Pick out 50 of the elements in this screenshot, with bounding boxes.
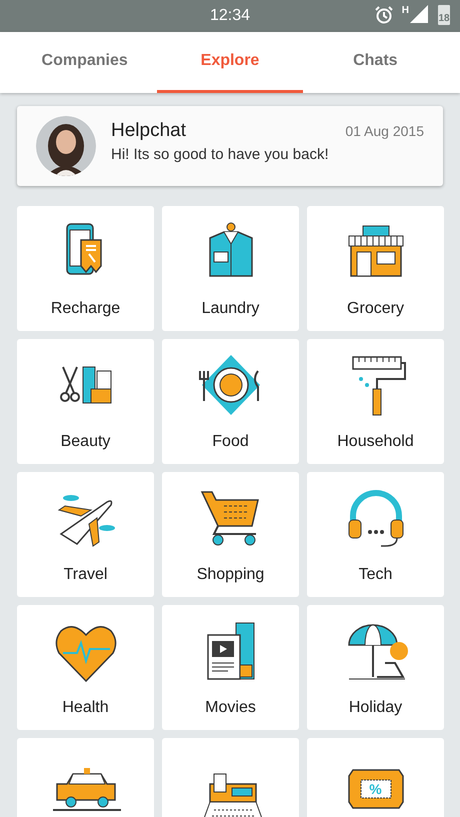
scissors-icon — [60, 366, 111, 404]
category-label: Food — [212, 433, 249, 451]
coupon-icon — [348, 769, 404, 809]
category-label: Shopping — [196, 566, 264, 584]
category-label: Household — [337, 433, 414, 451]
category-tile[interactable]: Grocery — [307, 206, 444, 331]
category-tile[interactable]: Recharge — [17, 206, 154, 331]
category-tile[interactable]: Movies — [162, 605, 299, 730]
shopping-cart-icon — [200, 491, 258, 546]
category-label: Holiday — [348, 699, 402, 717]
airplane-icon — [57, 495, 114, 547]
message-preview: Hi! Its so good to have you back! — [111, 146, 330, 162]
clock-time: 12:34 — [210, 7, 250, 25]
plate-icon — [198, 355, 260, 415]
phone-icon — [66, 223, 102, 275]
category-tile[interactable]: Holiday — [307, 605, 444, 730]
coupon-text: % — [368, 781, 383, 797]
category-tile[interactable]: Health — [17, 605, 154, 730]
umbrella-icon — [348, 624, 408, 680]
category-label: Movies — [205, 699, 256, 717]
category-label: Grocery — [347, 300, 404, 318]
category-tile[interactable]: Shopping — [162, 472, 299, 597]
category-tile[interactable]: Food — [162, 339, 299, 464]
tab[interactable]: Companies — [12, 32, 158, 93]
tab[interactable]: Chats — [302, 32, 448, 93]
category-tile[interactable]: Laundry — [162, 206, 299, 331]
network-type: H — [402, 5, 409, 16]
signal-icon — [410, 5, 428, 25]
sender-name: Helpchat — [111, 120, 186, 142]
film-icon — [206, 622, 254, 680]
headphones-icon — [348, 490, 403, 547]
category-label: Tech — [358, 566, 392, 584]
category-tile[interactable]: Travel — [17, 472, 154, 597]
message-card[interactable]: Helpchat 01 Aug 2015 Hi! Its so good to have you back! — [17, 106, 443, 186]
category-label: Health — [62, 699, 109, 717]
shirt-icon — [208, 222, 252, 277]
category-tile[interactable]: Tech — [307, 472, 444, 597]
battery-level: 18 — [438, 5, 450, 25]
category-label: Beauty — [60, 433, 110, 451]
category-label: Recharge — [50, 300, 120, 318]
message-date: 01 Aug 2015 — [345, 122, 424, 138]
shop-icon — [348, 226, 403, 277]
alarm-icon — [374, 5, 394, 25]
category-label: Travel — [64, 566, 108, 584]
paint-roller-icon — [352, 356, 406, 416]
taxi-icon — [52, 768, 120, 811]
category-tile[interactable]: Beauty — [17, 339, 154, 464]
category-tile[interactable]: Household — [307, 339, 444, 464]
category-label: Laundry — [202, 300, 260, 318]
heart-icon — [55, 626, 116, 682]
